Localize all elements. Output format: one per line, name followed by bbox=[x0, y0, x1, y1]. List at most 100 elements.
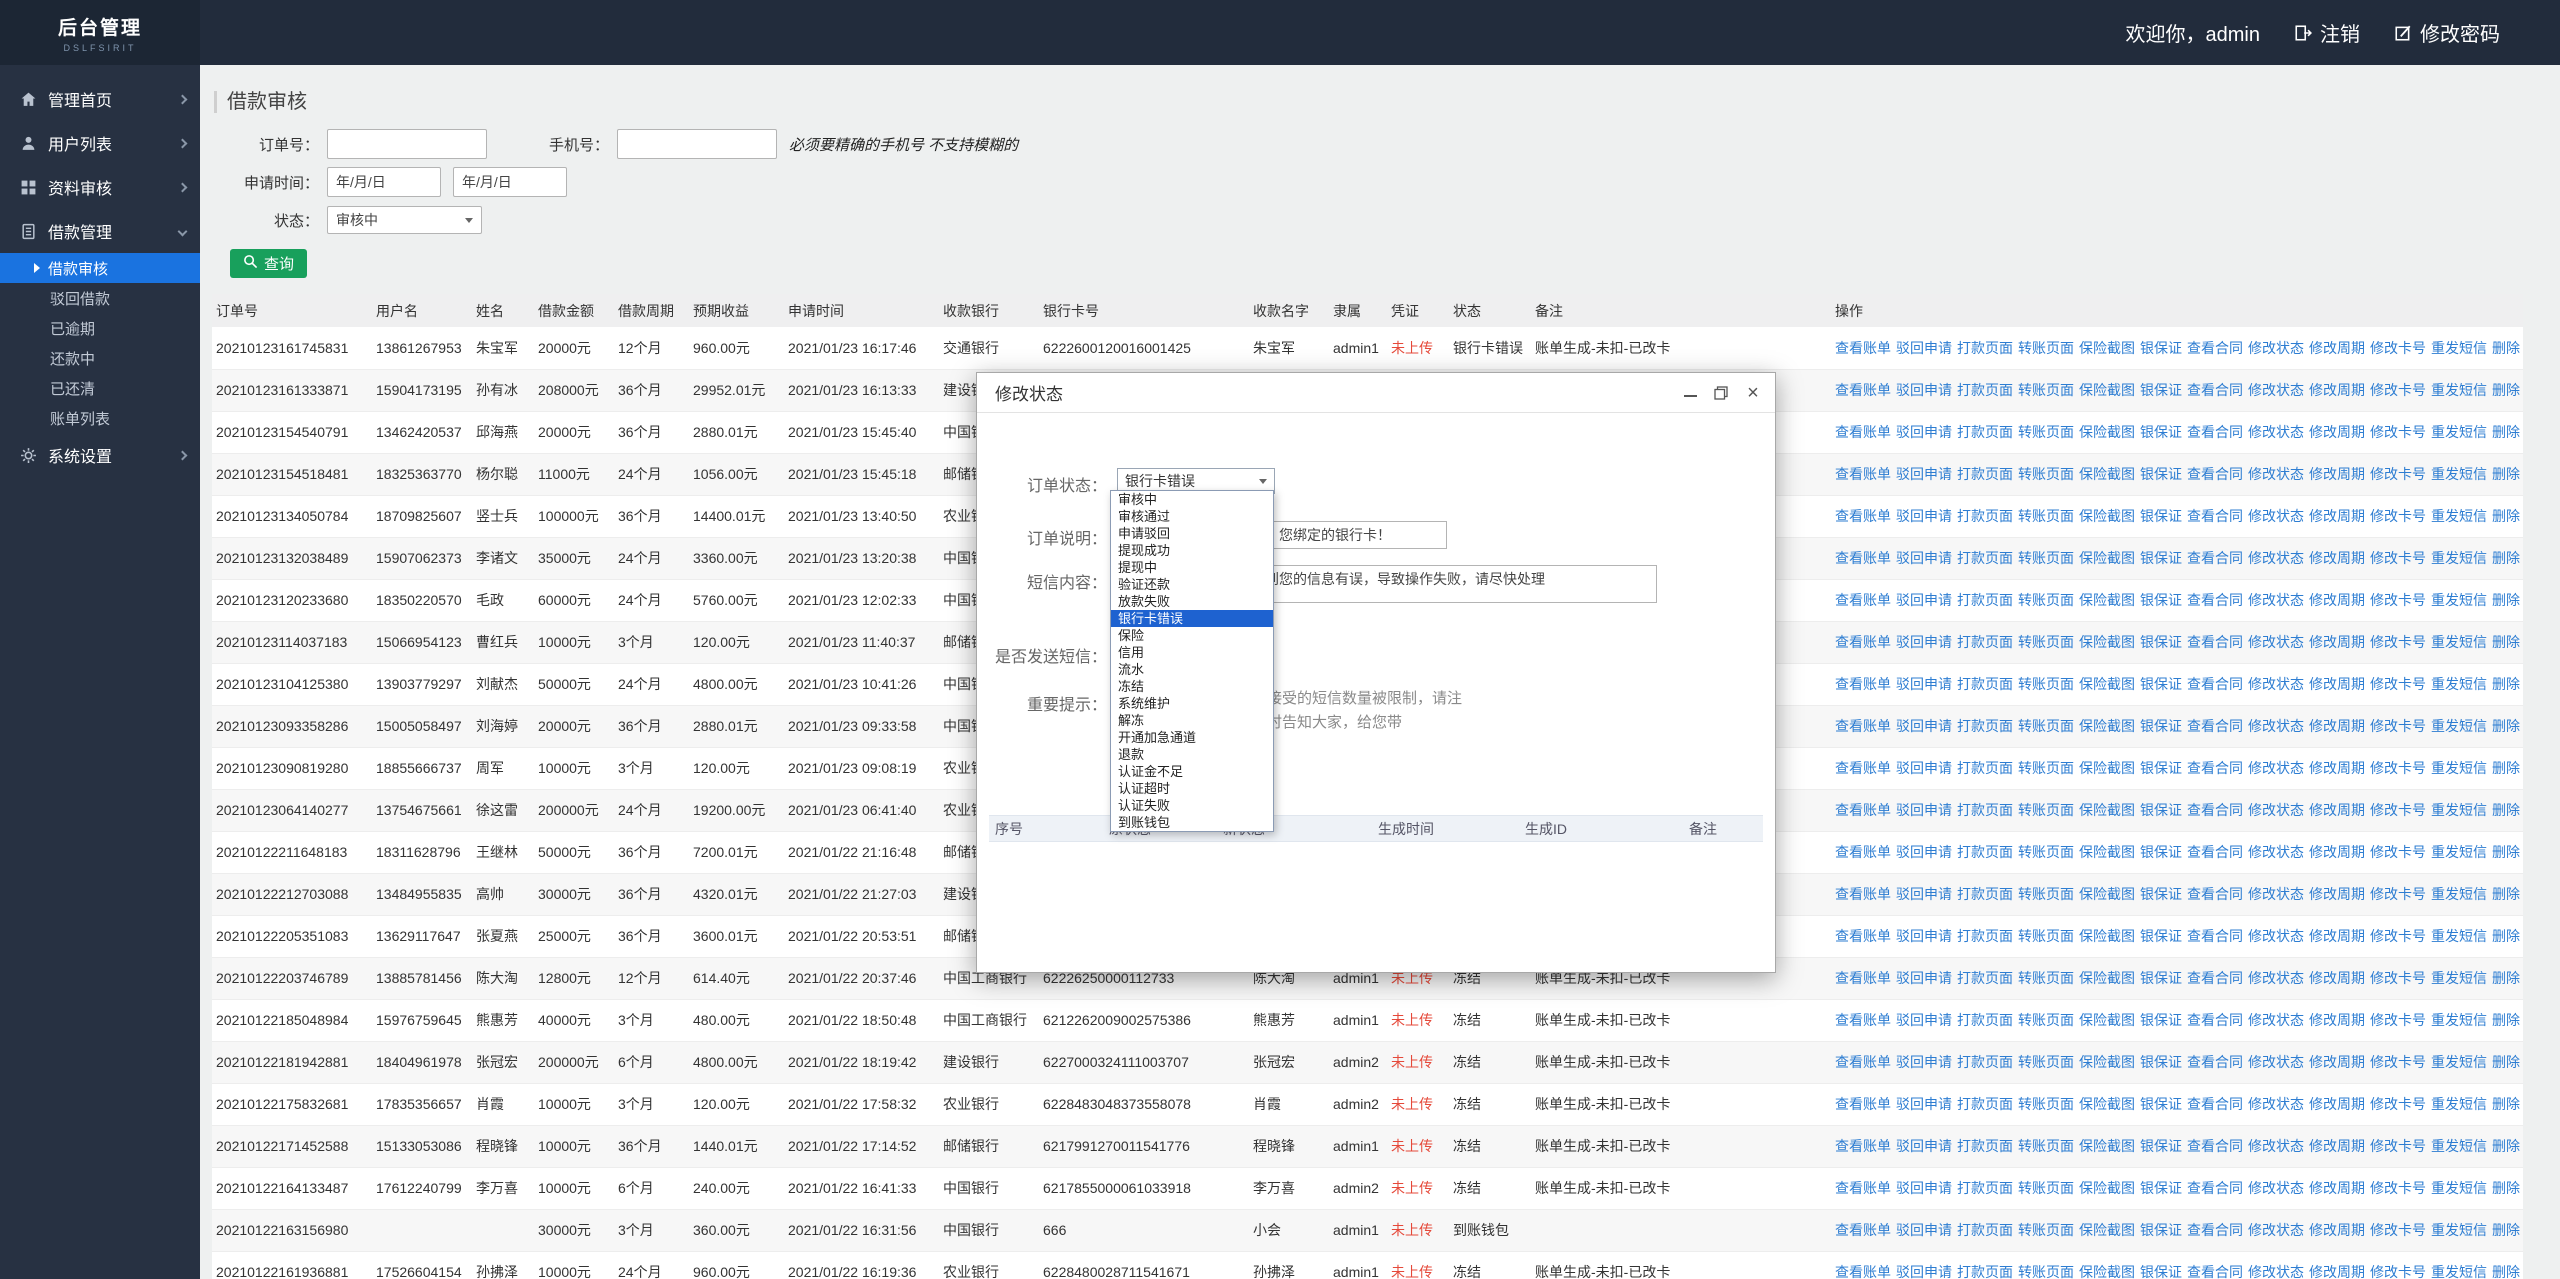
change-password-button[interactable]: 修改密码 bbox=[2394, 18, 2500, 47]
row-action-link[interactable]: 查看合同 bbox=[2187, 886, 2243, 902]
row-action-link[interactable]: 转账页面 bbox=[2018, 424, 2074, 440]
dropdown-option[interactable]: 信用 bbox=[1111, 644, 1273, 661]
row-action-link[interactable]: 驳回申请 bbox=[1896, 718, 1952, 734]
row-action-link[interactable]: 查看合同 bbox=[2187, 1096, 2243, 1112]
row-action-link[interactable]: 修改周期 bbox=[2309, 760, 2365, 776]
row-action-link[interactable]: 重发短信 bbox=[2431, 466, 2487, 482]
row-action-link[interactable]: 银保证 bbox=[2140, 550, 2182, 566]
row-action-link[interactable]: 驳回申请 bbox=[1896, 886, 1952, 902]
row-action-link[interactable]: 转账页面 bbox=[2018, 550, 2074, 566]
row-action-link[interactable]: 修改状态 bbox=[2248, 424, 2304, 440]
row-action-link[interactable]: 查看合同 bbox=[2187, 592, 2243, 608]
row-action-link[interactable]: 修改状态 bbox=[2248, 1138, 2304, 1154]
row-action-link[interactable]: 银保证 bbox=[2140, 508, 2182, 524]
row-action-link[interactable]: 删除 bbox=[2492, 844, 2520, 860]
dropdown-option[interactable]: 冻结 bbox=[1111, 678, 1273, 695]
row-action-link[interactable]: 银保证 bbox=[2140, 592, 2182, 608]
row-action-link[interactable]: 修改周期 bbox=[2309, 928, 2365, 944]
row-action-link[interactable]: 保险截图 bbox=[2079, 340, 2135, 356]
row-action-link[interactable]: 修改状态 bbox=[2248, 550, 2304, 566]
row-action-link[interactable]: 转账页面 bbox=[2018, 340, 2074, 356]
row-action-link[interactable]: 银保证 bbox=[2140, 802, 2182, 818]
row-action-link[interactable]: 删除 bbox=[2492, 802, 2520, 818]
row-action-link[interactable]: 修改卡号 bbox=[2370, 508, 2426, 524]
row-action-link[interactable]: 删除 bbox=[2492, 970, 2520, 986]
row-action-link[interactable]: 删除 bbox=[2492, 1222, 2520, 1238]
dropdown-option[interactable]: 审核中 bbox=[1111, 491, 1273, 508]
row-action-link[interactable]: 重发短信 bbox=[2431, 676, 2487, 692]
row-action-link[interactable]: 查看账单 bbox=[1835, 1180, 1891, 1196]
row-action-link[interactable]: 查看合同 bbox=[2187, 1138, 2243, 1154]
dropdown-option[interactable]: 审核通过 bbox=[1111, 508, 1273, 525]
row-action-link[interactable]: 打款页面 bbox=[1957, 466, 2013, 482]
row-action-link[interactable]: 驳回申请 bbox=[1896, 970, 1952, 986]
row-action-link[interactable]: 保险截图 bbox=[2079, 718, 2135, 734]
row-action-link[interactable]: 重发短信 bbox=[2431, 340, 2487, 356]
row-action-link[interactable]: 修改卡号 bbox=[2370, 382, 2426, 398]
row-action-link[interactable]: 修改状态 bbox=[2248, 970, 2304, 986]
row-action-link[interactable]: 重发短信 bbox=[2431, 1138, 2487, 1154]
row-action-link[interactable]: 转账页面 bbox=[2018, 970, 2074, 986]
row-action-link[interactable]: 打款页面 bbox=[1957, 1096, 2013, 1112]
row-action-link[interactable]: 修改卡号 bbox=[2370, 1096, 2426, 1112]
row-action-link[interactable]: 转账页面 bbox=[2018, 1222, 2074, 1238]
row-action-link[interactable]: 查看合同 bbox=[2187, 634, 2243, 650]
row-action-link[interactable]: 打款页面 bbox=[1957, 508, 2013, 524]
row-action-link[interactable]: 驳回申请 bbox=[1896, 466, 1952, 482]
row-action-link[interactable]: 银保证 bbox=[2140, 1138, 2182, 1154]
row-action-link[interactable]: 银保证 bbox=[2140, 424, 2182, 440]
row-action-link[interactable]: 查看合同 bbox=[2187, 466, 2243, 482]
row-action-link[interactable]: 查看合同 bbox=[2187, 676, 2243, 692]
sidebar-subitem-bills[interactable]: 账单列表 bbox=[0, 403, 200, 433]
row-action-link[interactable]: 转账页面 bbox=[2018, 886, 2074, 902]
row-action-link[interactable]: 查看账单 bbox=[1835, 1054, 1891, 1070]
row-action-link[interactable]: 转账页面 bbox=[2018, 382, 2074, 398]
row-action-link[interactable]: 驳回申请 bbox=[1896, 760, 1952, 776]
row-action-link[interactable]: 修改卡号 bbox=[2370, 844, 2426, 860]
row-action-link[interactable]: 银保证 bbox=[2140, 1222, 2182, 1238]
row-action-link[interactable]: 查看合同 bbox=[2187, 760, 2243, 776]
row-action-link[interactable]: 修改状态 bbox=[2248, 676, 2304, 692]
row-action-link[interactable]: 保险截图 bbox=[2079, 802, 2135, 818]
row-action-link[interactable]: 查看账单 bbox=[1835, 1222, 1891, 1238]
row-action-link[interactable]: 银保证 bbox=[2140, 676, 2182, 692]
row-action-link[interactable]: 查看合同 bbox=[2187, 424, 2243, 440]
row-action-link[interactable]: 修改状态 bbox=[2248, 340, 2304, 356]
row-action-link[interactable]: 转账页面 bbox=[2018, 508, 2074, 524]
row-action-link[interactable]: 银保证 bbox=[2140, 1180, 2182, 1196]
row-action-link[interactable]: 删除 bbox=[2492, 886, 2520, 902]
date-to-input[interactable] bbox=[453, 167, 567, 197]
row-action-link[interactable]: 打款页面 bbox=[1957, 1054, 2013, 1070]
row-action-link[interactable]: 查看账单 bbox=[1835, 970, 1891, 986]
row-action-link[interactable]: 修改卡号 bbox=[2370, 928, 2426, 944]
row-action-link[interactable]: 银保证 bbox=[2140, 970, 2182, 986]
row-action-link[interactable]: 修改状态 bbox=[2248, 508, 2304, 524]
row-action-link[interactable]: 转账页面 bbox=[2018, 1138, 2074, 1154]
row-action-link[interactable]: 删除 bbox=[2492, 1180, 2520, 1196]
row-action-link[interactable]: 驳回申请 bbox=[1896, 928, 1952, 944]
row-action-link[interactable]: 转账页面 bbox=[2018, 718, 2074, 734]
minimize-icon[interactable] bbox=[1684, 388, 1697, 397]
row-action-link[interactable]: 查看合同 bbox=[2187, 1012, 2243, 1028]
dropdown-option[interactable]: 放款失败 bbox=[1111, 593, 1273, 610]
row-action-link[interactable]: 保险截图 bbox=[2079, 844, 2135, 860]
row-action-link[interactable]: 删除 bbox=[2492, 1264, 2520, 1279]
dropdown-option[interactable]: 申请驳回 bbox=[1111, 525, 1273, 542]
row-action-link[interactable]: 查看账单 bbox=[1835, 508, 1891, 524]
row-action-link[interactable]: 修改卡号 bbox=[2370, 340, 2426, 356]
row-action-link[interactable]: 删除 bbox=[2492, 634, 2520, 650]
row-action-link[interactable]: 驳回申请 bbox=[1896, 424, 1952, 440]
order-no-input[interactable] bbox=[327, 129, 487, 159]
row-action-link[interactable]: 修改状态 bbox=[2248, 928, 2304, 944]
row-action-link[interactable]: 修改卡号 bbox=[2370, 1222, 2426, 1238]
row-action-link[interactable]: 修改周期 bbox=[2309, 802, 2365, 818]
row-action-link[interactable]: 打款页面 bbox=[1957, 424, 2013, 440]
row-action-link[interactable]: 查看账单 bbox=[1835, 1096, 1891, 1112]
row-action-link[interactable]: 重发短信 bbox=[2431, 382, 2487, 398]
row-action-link[interactable]: 查看账单 bbox=[1835, 718, 1891, 734]
row-action-link[interactable]: 查看账单 bbox=[1835, 592, 1891, 608]
row-action-link[interactable]: 保险截图 bbox=[2079, 466, 2135, 482]
sidebar-subitem-rejected[interactable]: 驳回借款 bbox=[0, 283, 200, 313]
row-action-link[interactable]: 保险截图 bbox=[2079, 886, 2135, 902]
row-action-link[interactable]: 查看账单 bbox=[1835, 550, 1891, 566]
